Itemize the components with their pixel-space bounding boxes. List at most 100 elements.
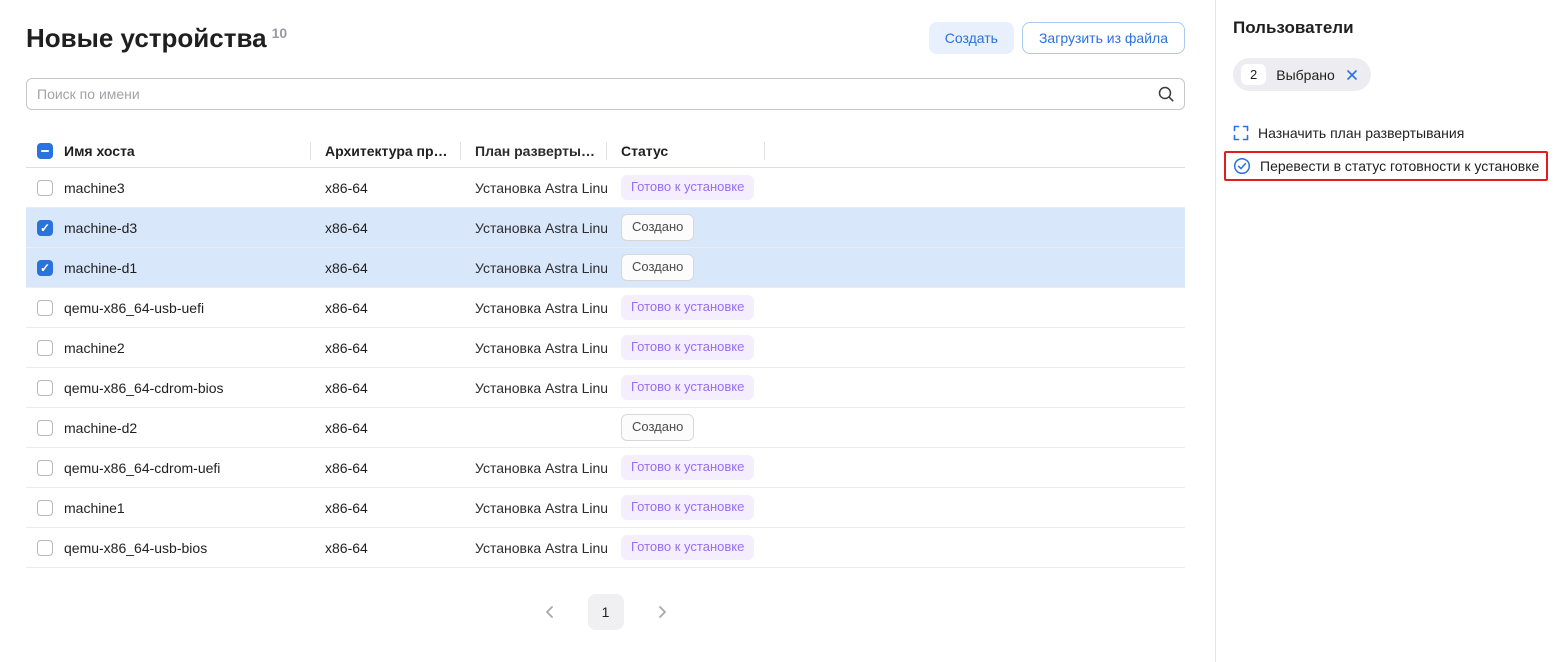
plan-cell: Установка Astra Linux xyxy=(461,220,607,236)
prev-page-button[interactable] xyxy=(538,600,562,624)
status-badge: Создано xyxy=(621,214,694,240)
page-number-button[interactable]: 1 xyxy=(588,594,624,630)
table-row[interactable]: qemu-x86_64-cdrom-uefi x86-64 Установка … xyxy=(26,448,1185,488)
plan-cell: Установка Astra Linux xyxy=(461,500,607,516)
selection-count-badge: 2 xyxy=(1241,64,1266,85)
hostname-cell: machine-d3 xyxy=(64,220,311,236)
hostname-cell: qemu-x86_64-cdrom-uefi xyxy=(64,460,311,476)
row-checkbox-cell xyxy=(26,220,64,236)
arch-cell: x86-64 xyxy=(311,500,461,516)
sidebar-action-set-ready-status[interactable]: Перевести в статус готовности к установк… xyxy=(1224,151,1548,181)
status-cell: Создано xyxy=(607,414,765,440)
devices-count: 10 xyxy=(272,25,288,41)
plan-cell: Установка Astra Linux xyxy=(461,260,607,276)
select-all-checkbox[interactable] xyxy=(37,143,53,159)
hostname-cell: machine-d1 xyxy=(64,260,311,276)
search-icon[interactable] xyxy=(1157,85,1175,108)
header-buttons: Создать Загрузить из файла xyxy=(929,22,1185,54)
status-badge: Готово к установке xyxy=(621,375,754,399)
page-title-text: Новые устройства xyxy=(26,23,267,53)
arch-cell: x86-64 xyxy=(311,180,461,196)
row-checkbox-cell xyxy=(26,420,64,436)
status-badge: Готово к установке xyxy=(621,295,754,319)
users-sidebar: Пользователи 2 Выбрано Назначит xyxy=(1216,0,1564,662)
row-checkbox-cell xyxy=(26,340,64,356)
status-cell: Готово к установке xyxy=(607,175,765,199)
column-header-status: Статус xyxy=(607,134,765,167)
row-checkbox[interactable] xyxy=(37,220,53,236)
row-checkbox[interactable] xyxy=(37,460,53,476)
arch-cell: x86-64 xyxy=(311,460,461,476)
create-button[interactable]: Создать xyxy=(929,22,1014,54)
status-badge: Готово к установке xyxy=(621,175,754,199)
row-checkbox[interactable] xyxy=(37,180,53,196)
status-cell: Создано xyxy=(607,214,765,240)
next-page-button[interactable] xyxy=(650,600,674,624)
clear-selection-icon[interactable] xyxy=(1345,68,1359,82)
row-checkbox[interactable] xyxy=(37,380,53,396)
hostname-cell: qemu-x86_64-usb-bios xyxy=(64,540,311,556)
selection-label: Выбрано xyxy=(1276,67,1335,83)
status-cell: Готово к установке xyxy=(607,375,765,399)
arch-cell: x86-64 xyxy=(311,340,461,356)
table-row[interactable]: qemu-x86_64-usb-bios x86-64 Установка As… xyxy=(26,528,1185,568)
row-checkbox[interactable] xyxy=(37,500,53,516)
hostname-cell: qemu-x86_64-cdrom-bios xyxy=(64,380,311,396)
table-row[interactable]: machine-d2 x86-64 Создано xyxy=(26,408,1185,448)
row-checkbox-cell xyxy=(26,500,64,516)
search-bar xyxy=(26,78,1185,110)
column-header-hostname: Имя хоста xyxy=(64,134,311,167)
row-checkbox-cell xyxy=(26,380,64,396)
column-header-plan: План разверты… xyxy=(461,134,607,167)
row-checkbox-cell xyxy=(26,300,64,316)
table-row[interactable]: machine-d3 x86-64 Установка Astra Linux … xyxy=(26,208,1185,248)
row-checkbox[interactable] xyxy=(37,260,53,276)
pagination: 1 xyxy=(26,594,1185,630)
search-input[interactable] xyxy=(26,78,1185,110)
status-cell: Создано xyxy=(607,254,765,280)
page-title: Новые устройства 10 xyxy=(26,24,287,53)
row-checkbox[interactable] xyxy=(37,540,53,556)
status-badge: Готово к установке xyxy=(621,455,754,479)
column-header-architecture: Архитектура пр… xyxy=(311,134,461,167)
plan-cell: Установка Astra Linux xyxy=(461,340,607,356)
plan-cell: Установка Astra Linux xyxy=(461,180,607,196)
arch-cell: x86-64 xyxy=(311,540,461,556)
hostname-cell: machine3 xyxy=(64,180,311,196)
row-checkbox[interactable] xyxy=(37,420,53,436)
table-row[interactable]: machine-d1 x86-64 Установка Astra Linux … xyxy=(26,248,1185,288)
table-row[interactable]: qemu-x86_64-usb-uefi x86-64 Установка As… xyxy=(26,288,1185,328)
row-checkbox-cell xyxy=(26,540,64,556)
plan-cell: Установка Astra Linux xyxy=(461,540,607,556)
table-header: Имя хоста Архитектура пр… План разверты…… xyxy=(26,134,1185,168)
status-badge: Готово к установке xyxy=(621,495,754,519)
status-cell: Готово к установке xyxy=(607,455,765,479)
status-badge: Создано xyxy=(621,254,694,280)
hostname-cell: machine1 xyxy=(64,500,311,516)
assign-plan-icon xyxy=(1233,125,1249,141)
status-cell: Готово к установке xyxy=(607,335,765,359)
status-badge: Готово к установке xyxy=(621,535,754,559)
table-row[interactable]: machine1 x86-64 Установка Astra Linux Го… xyxy=(26,488,1185,528)
plan-cell: Установка Astra Linux xyxy=(461,460,607,476)
arch-cell: x86-64 xyxy=(311,220,461,236)
table-row[interactable]: machine3 x86-64 Установка Astra Linux Го… xyxy=(26,168,1185,208)
table-row[interactable]: qemu-x86_64-cdrom-bios x86-64 Установка … xyxy=(26,368,1185,408)
row-checkbox-cell xyxy=(26,460,64,476)
device-table-body: machine3 x86-64 Установка Astra Linux Го… xyxy=(26,168,1185,568)
upload-from-file-button[interactable]: Загрузить из файла xyxy=(1022,22,1185,54)
row-checkbox[interactable] xyxy=(37,300,53,316)
status-cell: Готово к установке xyxy=(607,295,765,319)
table-row[interactable]: machine2 x86-64 Установка Astra Linux Го… xyxy=(26,328,1185,368)
status-badge: Готово к установке xyxy=(621,335,754,359)
page-header: Новые устройства 10 Создать Загрузить из … xyxy=(26,22,1185,54)
check-circle-icon xyxy=(1233,157,1251,175)
status-cell: Готово к установке xyxy=(607,535,765,559)
row-checkbox-cell xyxy=(26,180,64,196)
row-checkbox[interactable] xyxy=(37,340,53,356)
sidebar-actions: Назначить план развертывания Перевести в… xyxy=(1233,121,1551,181)
hostname-cell: qemu-x86_64-usb-uefi xyxy=(64,300,311,316)
sidebar-action-assign-plan[interactable]: Назначить план развертывания xyxy=(1233,121,1464,145)
sidebar-action-label: Перевести в статус готовности к установк… xyxy=(1260,157,1539,175)
sidebar-action-label: Назначить план развертывания xyxy=(1258,124,1464,142)
